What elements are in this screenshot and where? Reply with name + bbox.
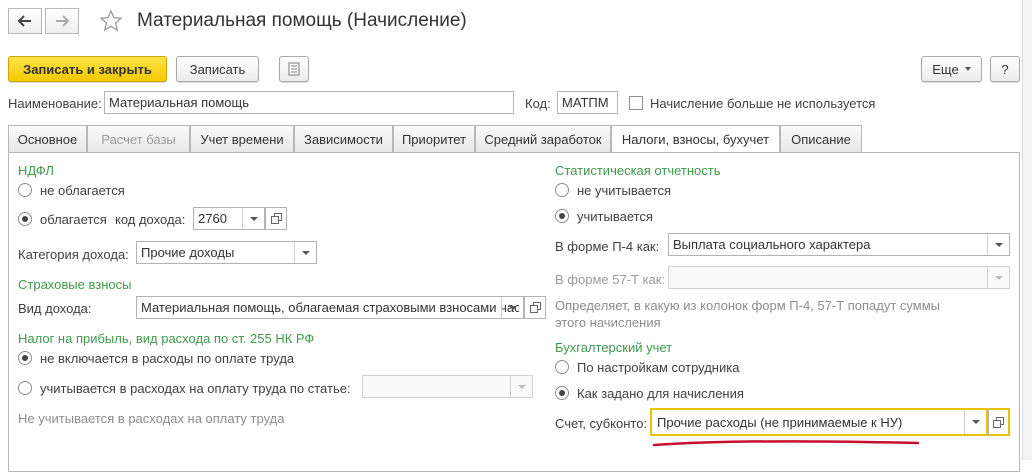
included-label: учитывается в расходах на оплату труда п…: [40, 381, 351, 396]
tab-dependencies[interactable]: Зависимости: [294, 125, 393, 152]
ndfl-taxed-label: облагается: [40, 212, 107, 227]
stat-note-line2: этого начисления: [555, 315, 661, 330]
income-code-select[interactable]: 2760: [193, 207, 265, 230]
stat-counted-radio[interactable]: [555, 209, 569, 223]
income-type-open-button[interactable]: [524, 296, 546, 319]
code-value: МАТПМ: [562, 95, 609, 110]
ndfl-not-taxed-label: не облагается: [40, 183, 125, 198]
forward-button[interactable]: [45, 8, 79, 34]
account-label: Счет, субконто:: [555, 416, 648, 431]
acc-by-settings-label: По настройкам сотрудника: [577, 360, 740, 375]
stat-note-line1: Определяет, в какую из колонок форм П-4,…: [555, 298, 941, 313]
unused-label: Начисление больше не используется: [650, 96, 876, 111]
tab-base-calc[interactable]: Расчет базы: [87, 125, 190, 152]
chevron-down-icon[interactable]: [987, 234, 1009, 255]
acc-as-set-radio[interactable]: [555, 386, 569, 400]
f57-select[interactable]: [668, 266, 1010, 289]
more-button[interactable]: Еще: [921, 56, 982, 82]
income-category-select[interactable]: Прочие доходы: [136, 241, 317, 264]
save-and-close-button[interactable]: Записать и закрыть: [8, 56, 167, 82]
stat-not-counted-label: не учитывается: [577, 183, 671, 198]
acc-by-settings-radio[interactable]: [555, 360, 569, 374]
save-button[interactable]: Записать: [176, 56, 259, 82]
ndfl-not-taxed-radio[interactable]: [18, 183, 32, 197]
code-input[interactable]: МАТПМ: [557, 91, 618, 114]
account-open-button[interactable]: [988, 408, 1010, 436]
ndfl-section-title: НДФЛ: [18, 163, 54, 178]
stat-not-counted-radio[interactable]: [555, 183, 569, 197]
accounting-section-title: Бухгалтерский учет: [555, 340, 673, 355]
red-underline-annotation: [652, 436, 922, 453]
window-title: Материальная помощь (Начисление): [137, 10, 467, 31]
p4-value: Выплата социального характера: [673, 237, 871, 252]
favorite-star-icon[interactable]: [99, 9, 123, 36]
income-category-label: Категория дохода:: [18, 247, 129, 262]
stat-counted-label: учитывается: [577, 209, 653, 224]
open-window-icon: [529, 302, 541, 313]
included-radio[interactable]: [18, 381, 32, 395]
open-window-icon: [993, 416, 1004, 428]
account-value: Прочие расходы (не принимаемые к НУ): [657, 415, 903, 430]
stat-section-title: Статистическая отчетность: [555, 163, 721, 178]
unused-checkbox[interactable]: [629, 96, 643, 110]
back-button[interactable]: [8, 8, 42, 34]
insurance-section-title: Страховые взносы: [18, 277, 132, 292]
tab-main[interactable]: Основное: [8, 125, 87, 152]
chevron-down-icon[interactable]: [501, 297, 523, 318]
income-type-select[interactable]: Материальная помощь, облагаемая страховы…: [136, 296, 524, 319]
help-button[interactable]: ?: [990, 56, 1020, 82]
chevron-down-icon[interactable]: [964, 410, 986, 434]
ndfl-taxed-radio[interactable]: [18, 212, 32, 226]
tab-time-accounting[interactable]: Учет времени: [190, 125, 294, 152]
tab-average-earnings[interactable]: Средний заработок: [475, 125, 611, 152]
chevron-down-icon[interactable]: [987, 267, 1009, 288]
vertical-scrollbar[interactable]: [1022, 0, 1032, 460]
chevron-down-icon[interactable]: [510, 376, 532, 397]
name-input[interactable]: Материальная помощь: [104, 91, 514, 114]
list-icon: [288, 62, 300, 76]
income-code-open-button[interactable]: [265, 207, 287, 230]
p4-label: В форме П-4 как:: [555, 239, 660, 254]
income-type-value: Материальная помощь, облагаемая страховы…: [141, 300, 519, 315]
not-included-radio[interactable]: [18, 351, 32, 365]
name-label: Наименование:: [8, 96, 102, 111]
account-select[interactable]: Прочие расходы (не принимаемые к НУ): [650, 408, 988, 436]
chevron-down-icon[interactable]: [294, 242, 316, 263]
tab-taxes[interactable]: Налоги, взносы, бухучет: [611, 125, 780, 153]
f57-label: В форме 57-Т как:: [555, 272, 666, 287]
income-code-label: код дохода:: [115, 212, 186, 227]
not-included-label: не включается в расходы по оплате труда: [40, 351, 295, 366]
name-value: Материальная помощь: [109, 95, 250, 110]
arrow-left-icon: [18, 15, 31, 27]
acc-as-set-label: Как задано для начисления: [577, 386, 744, 401]
arrow-right-icon: [56, 15, 69, 27]
profit-tax-section-title: Налог на прибыль, вид расхода по ст. 255…: [18, 331, 315, 346]
income-type-label: Вид дохода:: [18, 301, 92, 316]
p4-select[interactable]: Выплата социального характера: [668, 233, 1010, 256]
tab-priority[interactable]: Приоритет: [393, 125, 475, 152]
open-window-icon: [270, 213, 282, 224]
chevron-down-icon[interactable]: [242, 208, 264, 229]
more-label: Еще: [932, 61, 959, 77]
tab-description[interactable]: Описание: [780, 125, 862, 152]
code-label: Код:: [525, 96, 551, 111]
expense-article-select[interactable]: [362, 375, 533, 398]
income-category-value: Прочие доходы: [141, 245, 235, 260]
chevron-down-icon: [964, 67, 971, 71]
profit-note: Не учитывается в расходах на оплату труд…: [18, 411, 285, 426]
print-list-button[interactable]: [279, 56, 309, 82]
